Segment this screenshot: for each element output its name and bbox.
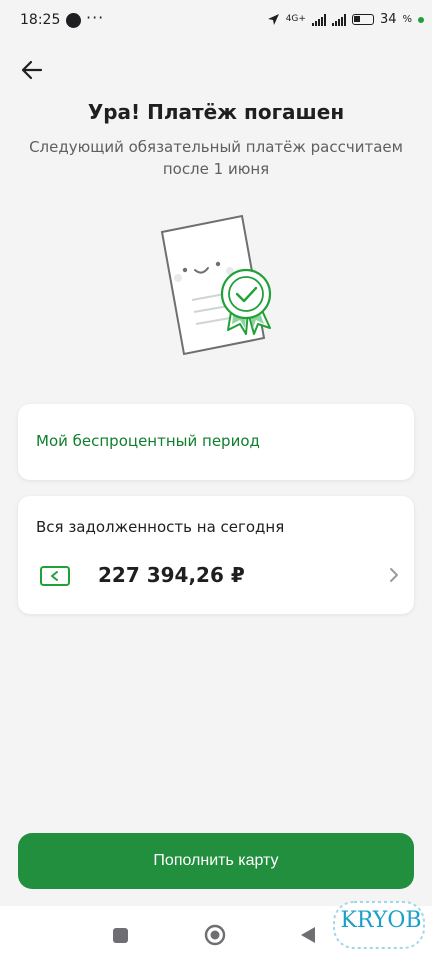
total-debt-amount: 227 394,26 ₽ (98, 563, 245, 587)
total-debt-card[interactable]: Вся задолженность на сегодня 227 394,26 … (18, 496, 414, 614)
interest-free-period-card[interactable]: Мой беспроцентный период (18, 404, 414, 480)
network-type: 4G+ (285, 14, 306, 24)
signal-icon (311, 13, 326, 26)
status-bar: 18:25 ··· 4G+ 34% (0, 0, 432, 44)
status-indicators: 4G+ 34% (267, 12, 424, 27)
more-notifications-icon: ··· (86, 8, 105, 27)
location-arrow-icon (267, 14, 279, 25)
recents-icon[interactable] (113, 928, 128, 943)
battery-icon (351, 14, 374, 25)
chevron-right-icon (390, 568, 398, 582)
page-subtitle: Следующий обязательный платёж рассчитаем… (29, 138, 403, 178)
signal-icon-2 (331, 13, 346, 26)
card-icon (40, 566, 70, 586)
back-triangle-icon[interactable] (300, 926, 316, 944)
arrow-left-icon (21, 60, 43, 80)
interest-free-period-label: Мой беспроцентный период (36, 432, 260, 450)
topup-card-button[interactable]: Пополнить карту (18, 833, 414, 889)
status-time: 18:25 (20, 12, 61, 28)
telegram-icon (66, 13, 81, 28)
total-debt-label: Вся задолженность на сегодня (36, 518, 285, 536)
watermark-text: KRYOB (340, 908, 422, 933)
battery-percent: 34 (379, 12, 397, 27)
back-button[interactable] (18, 56, 46, 84)
privacy-dot-icon (418, 16, 424, 23)
home-icon[interactable] (204, 924, 226, 946)
document-check-illustration (160, 214, 272, 356)
page-title: Ура! Платёж погашен (87, 100, 345, 124)
